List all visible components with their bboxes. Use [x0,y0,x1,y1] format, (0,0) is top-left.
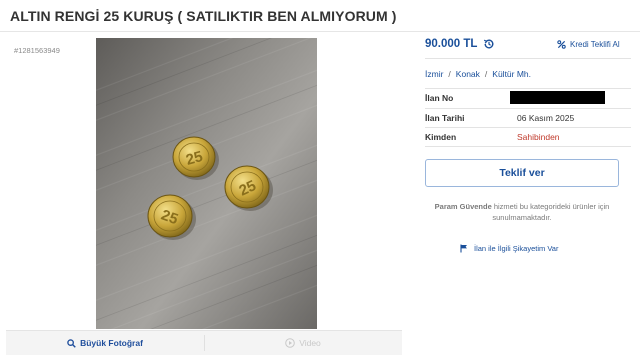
secure-payment-text: hizmeti bu kategorideki ürünler için sun… [491,202,610,222]
price-divider [425,58,631,59]
info-key: Kimden [425,132,457,142]
price: 90.000 TL [425,38,495,50]
redacted-listing-number [510,91,605,104]
row-divider [425,146,631,147]
flag-icon [460,244,468,253]
price-value: 90.000 TL [425,38,478,50]
secure-payment-notice: Param Güvende hizmeti bu kategorideki ür… [425,201,619,223]
search-icon [67,338,76,348]
table-surface [96,38,317,329]
listing-title: ALTIN RENGİ 25 KURUŞ ( SATILIKTIR BEN AL… [10,8,397,24]
info-key: İlan No [425,93,454,103]
breadcrumb-neighborhood[interactable]: Kültür Mh. [492,69,531,79]
report-listing-label: İlan ile İlgili Şikayetim Var [474,244,559,253]
large-photo-label: Büyük Fotoğraf [80,338,143,348]
photo-toolbar: Büyük Fotoğraf Video [6,330,402,355]
breadcrumb-separator: / [448,69,451,79]
make-offer-label: Teklif ver [499,167,545,179]
secure-payment-brand: Param Güvende [434,202,492,211]
seller-type-value: Sahibinden [517,132,560,142]
history-icon[interactable] [483,38,495,50]
info-row-seller: Kimden Sahibinden [425,128,631,146]
report-listing-link[interactable]: İlan ile İlgili Şikayetim Var [460,244,558,253]
breadcrumb-separator: / [484,69,488,79]
breadcrumb-district[interactable]: Konak [456,69,480,79]
info-row-listing-date: İlan Tarihi 06 Kasım 2025 [425,109,631,127]
breadcrumb: İzmir / Konak / Kültür Mh. [425,69,531,79]
listing-id-caption: #1281563949 [14,46,60,55]
make-offer-button[interactable]: Teklif ver [425,159,619,187]
video-label: Video [299,338,321,348]
info-key: İlan Tarihi [425,113,465,123]
credit-offer-label: Kredi Teklifi Al [570,40,620,49]
play-icon [285,338,296,348]
breadcrumb-city[interactable]: İzmir [425,69,443,79]
info-value: 06 Kasım 2025 [517,113,575,123]
main-photo[interactable]: 25 25 25 [96,38,317,329]
title-divider [0,31,640,32]
percent-icon [557,40,566,49]
large-photo-button[interactable]: Büyük Fotoğraf [6,331,204,355]
video-button[interactable]: Video [204,331,402,355]
credit-offer-link[interactable]: Kredi Teklifi Al [557,40,620,49]
